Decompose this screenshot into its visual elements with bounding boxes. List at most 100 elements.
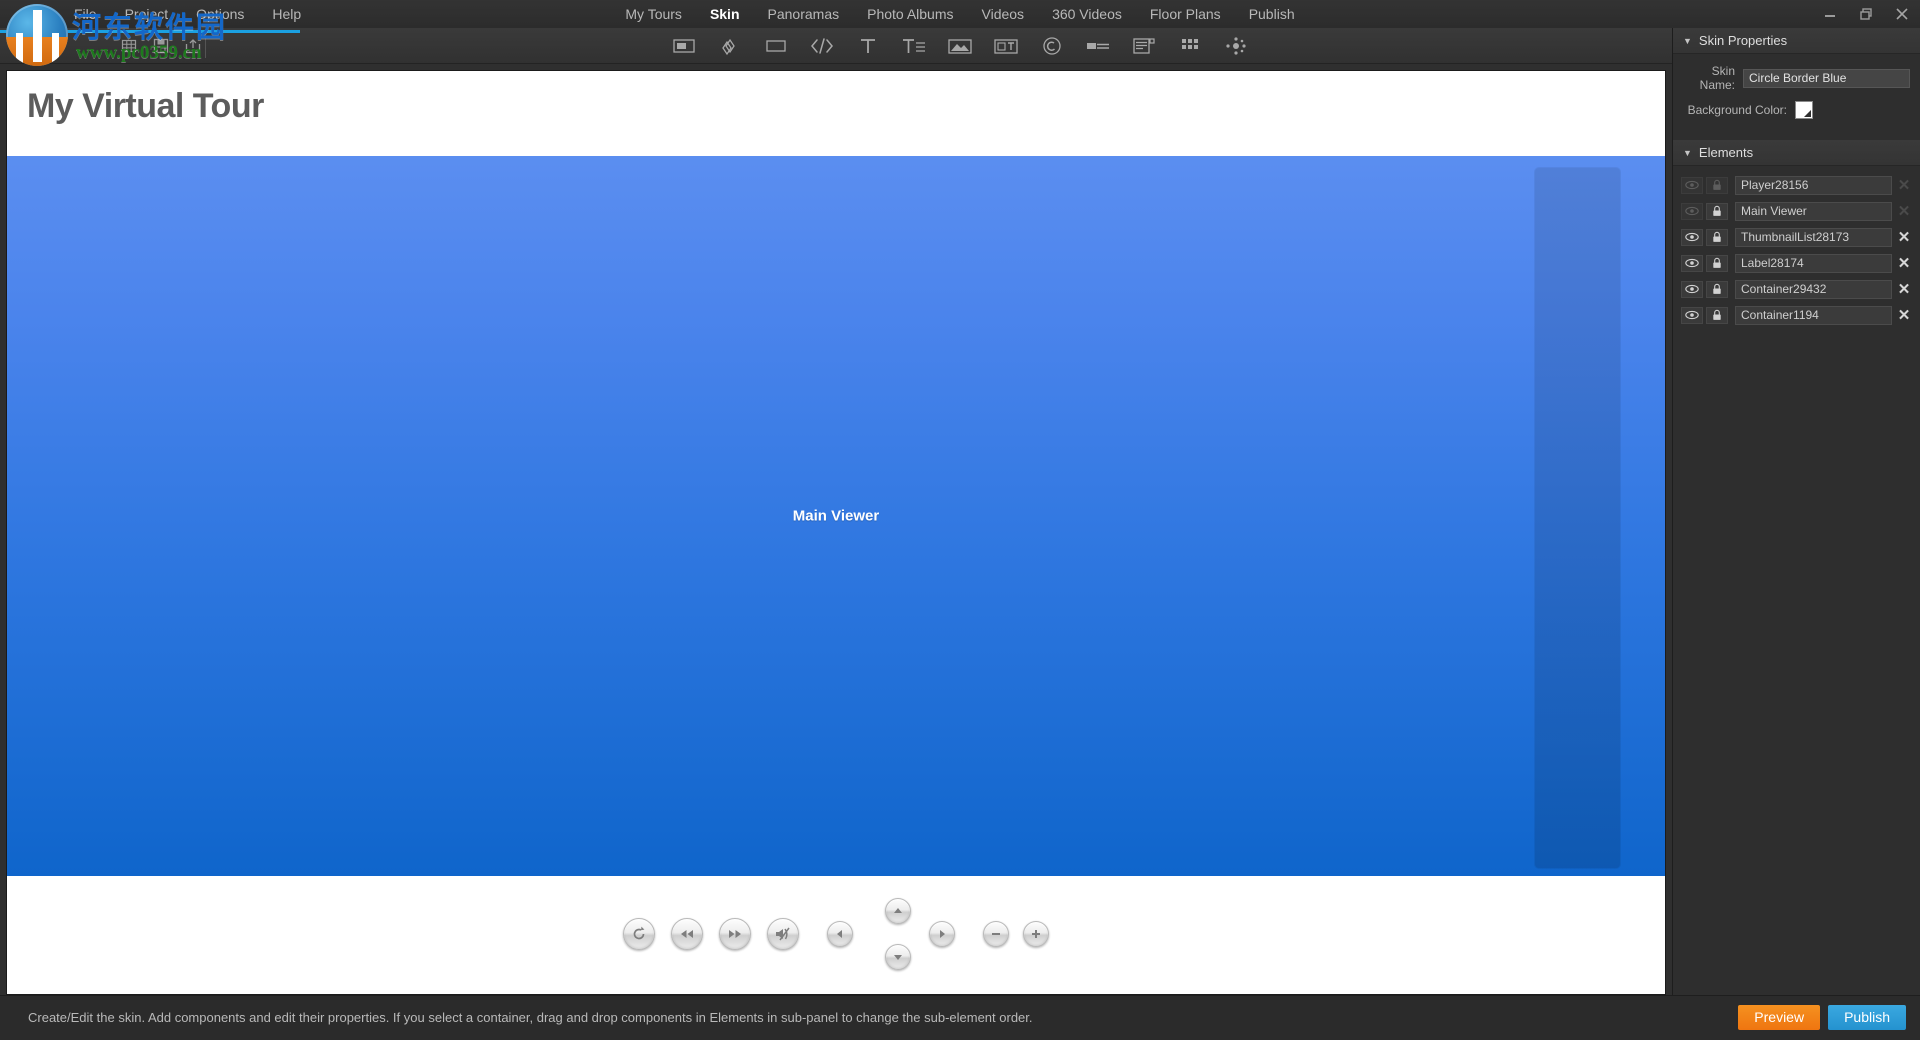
remove-element-button: ✕ bbox=[1897, 177, 1911, 194]
text-icon[interactable] bbox=[855, 35, 881, 57]
element-name[interactable]: Container1194 bbox=[1735, 305, 1892, 325]
tab-videos[interactable]: Videos bbox=[982, 0, 1025, 28]
remove-element-button[interactable]: ✕ bbox=[1894, 228, 1914, 246]
eye-icon[interactable] bbox=[1681, 202, 1703, 220]
elements-list: Player28156 ✕ Main Viewer ✕ ThumbnailLis… bbox=[1673, 166, 1920, 328]
background-color-swatch[interactable] bbox=[1795, 101, 1813, 119]
menu-item-project[interactable]: Project bbox=[125, 0, 169, 28]
menu-item-options[interactable]: Options bbox=[196, 0, 244, 28]
element-row-container1194[interactable]: Container1194 ✕ bbox=[1673, 302, 1920, 328]
skin-properties-title: Skin Properties bbox=[1698, 33, 1788, 48]
image-icon[interactable] bbox=[947, 35, 973, 57]
tab-panoramas[interactable]: Panoramas bbox=[768, 0, 840, 28]
menu-center-group: My Tours Skin Panoramas Photo Albums Vid… bbox=[625, 0, 1294, 28]
tour-title[interactable]: My Virtual Tour bbox=[27, 87, 264, 126]
zoom-in-button[interactable] bbox=[1023, 921, 1049, 947]
window-controls bbox=[1822, 0, 1910, 28]
tab-skin[interactable]: Skin bbox=[710, 0, 740, 28]
eye-icon[interactable] bbox=[1681, 228, 1703, 246]
rotate-button[interactable] bbox=[623, 918, 655, 950]
progress-bar-icon[interactable] bbox=[1085, 35, 1111, 57]
tab-my-tours[interactable]: My Tours bbox=[625, 0, 682, 28]
eye-icon[interactable] bbox=[1681, 306, 1703, 324]
export-icon[interactable] bbox=[184, 37, 202, 55]
toolbar-center-group bbox=[671, 28, 1249, 64]
application-window: File Project Options Help My Tours Skin … bbox=[0, 0, 1920, 1040]
right-panel: ▼ Skin Properties Skin Name: Background … bbox=[1672, 28, 1920, 995]
compass-icon[interactable] bbox=[1039, 35, 1065, 57]
player-controls-bar bbox=[7, 876, 1665, 994]
tab-floor-plans[interactable]: Floor Plans bbox=[1150, 0, 1221, 28]
element-row-thumbnaillist28173[interactable]: ThumbnailList28173 ✕ bbox=[1673, 224, 1920, 250]
thumbnail-list-element[interactable] bbox=[1535, 168, 1620, 868]
element-row-main-viewer[interactable]: Main Viewer ✕ bbox=[1673, 198, 1920, 224]
zoom-out-button[interactable] bbox=[983, 921, 1009, 947]
main-viewer-element[interactable]: Main Viewer bbox=[7, 156, 1665, 876]
pan-up-button[interactable] bbox=[885, 898, 911, 924]
element-name[interactable]: ThumbnailList28173 bbox=[1735, 227, 1892, 247]
lock-icon[interactable] bbox=[1706, 202, 1728, 220]
player-controls-row bbox=[623, 898, 1049, 970]
elements-header[interactable]: ▼ Elements bbox=[1673, 140, 1920, 166]
minimize-icon[interactable] bbox=[1822, 6, 1838, 22]
tab-360-videos[interactable]: 360 Videos bbox=[1052, 0, 1122, 28]
element-row-container29432[interactable]: Container29432 ✕ bbox=[1673, 276, 1920, 302]
save-icon[interactable] bbox=[152, 37, 170, 55]
eye-icon[interactable] bbox=[1681, 280, 1703, 298]
lock-icon[interactable] bbox=[1706, 176, 1728, 194]
lock-icon[interactable] bbox=[1706, 280, 1728, 298]
tab-photo-albums[interactable]: Photo Albums bbox=[867, 0, 953, 28]
rewind-button[interactable] bbox=[671, 918, 703, 950]
menu-bar: File Project Options Help My Tours Skin … bbox=[0, 0, 1920, 28]
lock-icon[interactable] bbox=[1706, 254, 1728, 272]
container-icon[interactable] bbox=[671, 35, 697, 57]
eye-icon[interactable] bbox=[1681, 176, 1703, 194]
background-color-label: Background Color: bbox=[1687, 103, 1787, 117]
skin-properties-body: Skin Name: Background Color: bbox=[1673, 54, 1920, 140]
pan-left-button[interactable] bbox=[827, 921, 853, 947]
lock-icon[interactable] bbox=[1706, 228, 1728, 246]
rectangle-icon[interactable] bbox=[763, 35, 789, 57]
popup-icon[interactable] bbox=[1131, 35, 1157, 57]
menu-item-help[interactable]: Help bbox=[272, 0, 301, 28]
element-name[interactable]: Player28156 bbox=[1735, 175, 1892, 195]
pan-right-button[interactable] bbox=[929, 921, 955, 947]
mute-button[interactable] bbox=[767, 918, 799, 950]
skin-canvas[interactable]: My Virtual Tour Main Viewer bbox=[6, 70, 1666, 995]
remove-element-button[interactable]: ✕ bbox=[1894, 280, 1914, 298]
status-bar: Create/Edit the skin. Add components and… bbox=[0, 995, 1920, 1040]
lock-icon[interactable] bbox=[1706, 306, 1728, 324]
status-message: Create/Edit the skin. Add components and… bbox=[28, 1010, 1033, 1025]
skin-properties-header[interactable]: ▼ Skin Properties bbox=[1673, 28, 1920, 54]
element-name[interactable]: Container29432 bbox=[1735, 279, 1892, 299]
toolbar-left-group bbox=[120, 28, 202, 64]
skin-name-input[interactable] bbox=[1743, 68, 1910, 88]
publish-button[interactable]: Publish bbox=[1828, 1005, 1906, 1030]
elements-title: Elements bbox=[1698, 145, 1754, 160]
chevron-down-icon: ▼ bbox=[1683, 35, 1692, 46]
text-block-icon[interactable] bbox=[901, 35, 927, 57]
toolbar-separator bbox=[205, 34, 206, 58]
remove-element-button[interactable]: ✕ bbox=[1894, 306, 1914, 324]
preview-button[interactable]: Preview bbox=[1738, 1005, 1821, 1030]
code-icon[interactable] bbox=[809, 35, 835, 57]
pan-down-button[interactable] bbox=[885, 944, 911, 970]
element-row-player28156[interactable]: Player28156 ✕ bbox=[1673, 172, 1920, 198]
close-icon[interactable] bbox=[1894, 6, 1910, 22]
forward-button[interactable] bbox=[719, 918, 751, 950]
element-row-label28174[interactable]: Label28174 ✕ bbox=[1673, 250, 1920, 276]
tab-publish[interactable]: Publish bbox=[1249, 0, 1295, 28]
thumbnail-list-icon[interactable] bbox=[993, 35, 1019, 57]
grid-tiles-icon[interactable] bbox=[1177, 35, 1203, 57]
element-name[interactable]: Label28174 bbox=[1735, 253, 1892, 273]
restore-icon[interactable] bbox=[1858, 6, 1874, 22]
remove-element-button[interactable]: ✕ bbox=[1894, 254, 1914, 272]
grid-icon[interactable] bbox=[120, 37, 138, 55]
hotspot-icon[interactable] bbox=[717, 35, 743, 57]
remove-element-button: ✕ bbox=[1897, 203, 1911, 220]
element-name[interactable]: Main Viewer bbox=[1735, 201, 1892, 221]
dots-icon[interactable] bbox=[1223, 35, 1249, 57]
eye-icon[interactable] bbox=[1681, 254, 1703, 272]
skin-name-row: Skin Name: bbox=[1683, 64, 1910, 92]
menu-item-file[interactable]: File bbox=[74, 0, 97, 28]
